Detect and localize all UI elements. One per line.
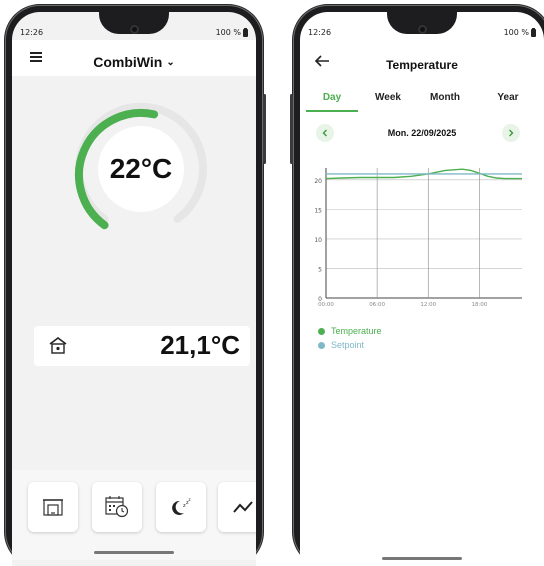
setpoint-temperature: 22°C	[98, 126, 184, 212]
battery-icon	[531, 27, 536, 37]
legend-dot-temperature	[318, 327, 325, 335]
schedule-button[interactable]	[92, 482, 142, 532]
thermostat-dial[interactable]: 22°C	[66, 100, 216, 230]
x-tick-label: 12:00	[420, 302, 436, 308]
temperature-screen: 12:26 100 % Temperature Day Week Month Y…	[300, 12, 544, 566]
status-battery: 100 %	[503, 27, 536, 37]
chevron-down-icon: ⌄	[166, 57, 175, 68]
next-day-button[interactable]	[502, 124, 520, 142]
legend-label-temperature: Temperature	[331, 326, 382, 336]
app-header: CombiWin ⌄	[12, 40, 256, 76]
legend-item-temperature: Temperature	[318, 324, 382, 338]
chart-legend: Temperature Setpoint	[318, 324, 382, 352]
room-temperature-card: 21,1°C	[34, 326, 250, 366]
x-tick-label: 00:00	[318, 302, 334, 308]
front-camera	[129, 25, 139, 34]
side-button	[290, 94, 293, 164]
legend-label-setpoint: Setpoint	[331, 340, 365, 350]
status-time: 12:26	[20, 28, 44, 37]
y-tick-label: 15	[314, 207, 322, 214]
battery-level: 100 %	[215, 28, 241, 37]
fireplace-icon	[43, 499, 63, 516]
battery-level: 100 %	[503, 28, 529, 37]
active-tab-indicator	[306, 110, 358, 112]
tab-week[interactable]: Week	[368, 92, 408, 103]
y-tick-label: 20	[314, 178, 322, 185]
legend-dot-setpoint	[318, 341, 325, 349]
sleep-icon: z z z	[172, 497, 191, 515]
tab-year[interactable]: Year	[490, 92, 526, 103]
tab-day[interactable]: Day	[306, 92, 358, 103]
svg-text:z: z	[189, 497, 191, 502]
y-tick-label: 10	[314, 237, 322, 244]
house-icon	[49, 337, 67, 354]
home-screen: 12:26 100 % CombiWin ⌄ 22°C 21,1°C z z z	[12, 12, 256, 566]
y-tick-label: 5	[318, 266, 322, 273]
phone-frame-left: 12:26 100 % CombiWin ⌄ 22°C 21,1°C z z z	[6, 6, 266, 566]
side-button	[263, 94, 266, 164]
screen-title: Temperature	[386, 58, 458, 72]
legend-item-setpoint: Setpoint	[318, 338, 382, 352]
battery-icon	[243, 27, 248, 37]
date-navigator: Mon. 22/09/2025	[300, 122, 544, 144]
device-selector[interactable]: CombiWin ⌄	[12, 54, 256, 70]
sleep-mode-button[interactable]: z z z	[156, 482, 206, 532]
chevron-right-icon	[509, 129, 514, 137]
quick-actions-tray: z z z	[12, 470, 256, 560]
phone-frame-right: 12:26 100 % Temperature Day Week Month Y…	[290, 6, 544, 566]
temperature-chart: 0510152000:00 06:00 12:00 18:00	[314, 168, 522, 308]
schedule-icon	[105, 496, 129, 518]
fireplace-button[interactable]	[28, 482, 78, 532]
status-battery: 100 %	[215, 27, 248, 37]
period-tabs: Day Week Month Year	[300, 88, 544, 114]
device-name: CombiWin	[93, 54, 163, 70]
status-time: 12:26	[308, 28, 332, 37]
home-indicator	[382, 557, 462, 560]
screen-header: Temperature	[300, 40, 544, 80]
statistics-button[interactable]	[218, 482, 256, 532]
x-tick-label: 18:00	[471, 302, 487, 308]
front-camera	[417, 25, 427, 34]
room-temperature-value: 21,1°C	[160, 330, 240, 360]
trend-icon	[233, 501, 253, 513]
x-tick-label: 06:00	[369, 302, 385, 308]
tab-month[interactable]: Month	[422, 92, 468, 103]
